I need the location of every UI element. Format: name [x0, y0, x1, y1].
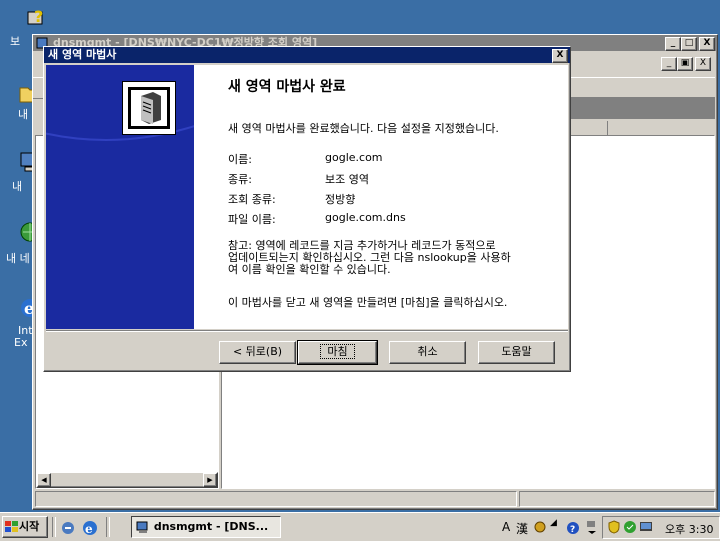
field-type-label: 종류:	[228, 173, 252, 186]
desktop-icon-label: 내 네	[6, 252, 30, 265]
hanja-mode[interactable]: 漢	[516, 520, 528, 537]
field-lookup-value: 정방향	[325, 193, 356, 206]
wizard-heading: 새 영역 마법사 완료	[228, 79, 346, 95]
language-bar-menu-icon[interactable]: ◢	[550, 518, 557, 528]
inner-minimize-button[interactable]: _	[661, 57, 677, 71]
dns-app-icon	[136, 521, 148, 533]
wizard-closing-text: 이 마법사를 닫고 새 영역을 만들려면 [마침]을 클릭하십시오.	[228, 296, 508, 309]
server-icon	[128, 87, 170, 129]
wizard-titlebar: 새 영역 마법사 X	[44, 47, 570, 63]
scroll-right-icon[interactable]: ▶	[203, 473, 217, 487]
maximize-button[interactable]: □	[681, 37, 697, 51]
column-header	[569, 121, 715, 136]
taskbar-divider	[106, 517, 110, 537]
language-bar[interactable]: A 漢 ◢	[496, 517, 562, 537]
field-file-label: 파일 이름:	[228, 213, 276, 226]
input-mode-a[interactable]: A	[502, 520, 510, 534]
wizard-title: 새 영역 마법사	[48, 48, 117, 61]
field-name-label: 이름:	[228, 153, 252, 166]
back-button[interactable]: < 뒤로(B)	[219, 341, 296, 364]
wizard-banner	[46, 65, 194, 329]
options-icon[interactable]	[586, 519, 598, 535]
quicklaunch-desktop-icon[interactable]	[60, 520, 76, 536]
tree-hscrollbar[interactable]: ◀ ▶	[36, 472, 218, 488]
field-type-value: 보조 영역	[325, 173, 369, 186]
system-tray: 오후 3:30	[602, 516, 720, 539]
desktop-icon-label: Ex	[14, 336, 28, 349]
status-bar	[35, 491, 517, 507]
wizard-intro: 새 영역 마법사를 완료했습니다. 다음 설정을 지정했습니다.	[228, 122, 499, 135]
clock[interactable]: 오후 3:30	[665, 521, 713, 537]
network-tray-icon[interactable]	[639, 520, 653, 534]
minimize-button[interactable]: _	[665, 37, 681, 51]
field-lookup-label: 조회 종류:	[228, 193, 276, 206]
finish-button-label: 마침	[320, 344, 355, 359]
svg-text:?: ?	[34, 7, 43, 26]
desktop-icon-label: 보	[10, 35, 21, 48]
taskbar-divider	[52, 517, 56, 537]
inner-close-button[interactable]: X	[695, 57, 711, 71]
task-label: dnsmgmt - [DNS...	[153, 520, 269, 533]
status-bar-right	[519, 491, 715, 507]
taskbar: 시작 e dnsmgmt - [DNS... A 漢 ◢ ? 오후 3:30	[0, 512, 720, 541]
windows-logo-icon	[5, 521, 18, 532]
ime-settings-icon[interactable]	[534, 521, 546, 533]
header-band	[569, 97, 715, 119]
finish-button[interactable]: 마침	[297, 340, 378, 365]
start-button[interactable]: 시작	[2, 516, 48, 538]
svg-text:e: e	[85, 522, 93, 536]
security-shield-icon[interactable]	[607, 520, 621, 534]
svg-text:?: ?	[570, 525, 575, 535]
scroll-left-icon[interactable]: ◀	[37, 473, 51, 487]
help-circle-icon[interactable]: ?	[566, 521, 580, 535]
close-button[interactable]: X	[699, 37, 715, 51]
wizard-note: 참고: 영역에 레코드를 지금 추가하거나 레코드가 동적으로 업데이트되는지 …	[228, 240, 511, 276]
new-zone-wizard: 새 영역 마법사 X 새 영역 마법사 완료 새 영역 마법사를 완료했습니다.…	[43, 46, 571, 372]
help-icon[interactable]: ?	[26, 4, 50, 28]
update-icon[interactable]	[623, 520, 637, 534]
quicklaunch-ie-icon[interactable]: e	[82, 520, 98, 536]
cancel-button[interactable]: 취소	[389, 341, 466, 364]
help-button[interactable]: 도움말	[478, 341, 555, 364]
taskbar-task-dnsmgmt[interactable]: dnsmgmt - [DNS...	[131, 516, 281, 538]
desktop-icon-label: 내	[18, 108, 29, 121]
note-line: 여 이름 확인을 확인할 수 있습니다.	[228, 263, 391, 276]
wizard-separator	[46, 330, 568, 332]
server-icon-box	[122, 81, 176, 135]
start-label: 시작	[19, 520, 40, 533]
desktop-icon-label: 내	[12, 180, 23, 193]
field-file-value: gogle.com.dns	[325, 211, 406, 224]
field-name-value: gogle.com	[325, 151, 383, 164]
inner-restore-button[interactable]: ▣	[677, 57, 693, 71]
wizard-close-button[interactable]: X	[552, 49, 568, 63]
